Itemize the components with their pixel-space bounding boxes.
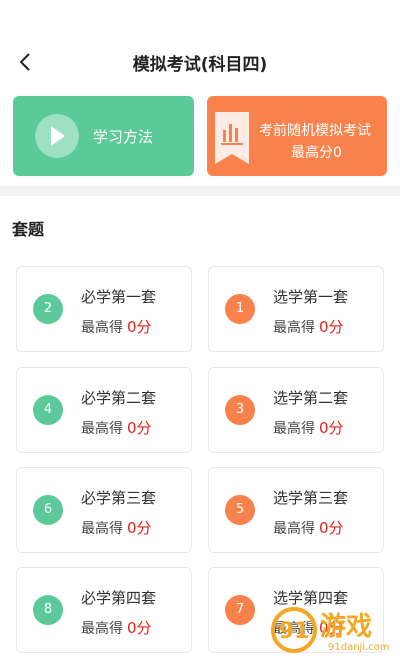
set-number-badge: 5 [225, 495, 255, 525]
set-number-badge: 1 [225, 294, 255, 324]
watermark-logo-icon: 91 [271, 607, 317, 653]
exam-set-card[interactable]: 6 必学第三套 最高得 0分 [16, 467, 192, 553]
score-prefix: 最高得 [81, 521, 123, 537]
site-watermark: 91 游戏 91danji.com [268, 606, 400, 660]
score-prefix: 最高得 [273, 320, 315, 336]
score-prefix: 最高得 [273, 421, 315, 437]
exam-set-card[interactable]: 3 选学第二套 最高得 0分 [208, 367, 384, 453]
exam-set-card[interactable]: 8 必学第四套 最高得 0分 [16, 567, 192, 653]
random-exam-best-score: 最高分0 [291, 145, 342, 161]
score-value: 0分 [319, 318, 344, 336]
set-number-badge: 2 [33, 294, 63, 324]
set-number-badge: 8 [33, 595, 63, 625]
score-value: 0分 [319, 419, 344, 437]
score-prefix: 最高得 [81, 320, 123, 336]
set-title: 选学第三套 [273, 489, 349, 507]
play-icon [35, 114, 79, 158]
status-bar [0, 0, 400, 44]
set-title: 必学第三套 [81, 489, 157, 507]
watermark-url: 91danji.com [328, 642, 390, 653]
score-prefix: 最高得 [81, 421, 123, 437]
set-score: 最高得 0分 [273, 316, 344, 337]
score-value: 0分 [127, 619, 152, 637]
set-score: 最高得 0分 [81, 517, 152, 538]
set-number-badge: 6 [33, 495, 63, 525]
set-score: 最高得 0分 [273, 517, 344, 538]
set-number-badge: 3 [225, 395, 255, 425]
set-score: 最高得 0分 [81, 316, 152, 337]
set-score: 最高得 0分 [273, 417, 344, 438]
score-value: 0分 [127, 318, 152, 336]
score-value: 0分 [127, 419, 152, 437]
set-title: 选学第二套 [273, 389, 349, 407]
set-number-badge: 4 [33, 395, 63, 425]
study-method-button[interactable]: 学习方法 [13, 96, 194, 176]
section-divider [0, 186, 400, 196]
random-exam-title: 考前随机模拟考试 [259, 123, 371, 139]
score-value: 0分 [127, 519, 152, 537]
score-prefix: 最高得 [81, 621, 123, 637]
watermark-logo-text: 91 [279, 619, 310, 644]
set-title: 必学第四套 [81, 589, 157, 607]
exam-badge-icon [215, 112, 249, 164]
set-number-badge: 7 [225, 595, 255, 625]
page-title: 模拟考试(科目四) [132, 55, 268, 75]
set-title: 选学第四套 [273, 589, 349, 607]
exam-set-card[interactable]: 4 必学第二套 最高得 0分 [16, 367, 192, 453]
exam-set-card[interactable]: 1 选学第一套 最高得 0分 [208, 266, 384, 352]
score-prefix: 最高得 [273, 521, 315, 537]
set-score: 最高得 0分 [81, 417, 152, 438]
exam-set-card[interactable]: 5 选学第三套 最高得 0分 [208, 467, 384, 553]
score-value: 0分 [319, 519, 344, 537]
exam-set-card[interactable]: 2 必学第一套 最高得 0分 [16, 266, 192, 352]
study-method-label: 学习方法 [93, 128, 154, 146]
set-title: 选学第一套 [273, 288, 349, 306]
set-title: 必学第二套 [81, 389, 157, 407]
set-score: 最高得 0分 [81, 617, 152, 638]
set-title: 必学第一套 [81, 288, 157, 306]
watermark-brand: 游戏 [320, 612, 373, 642]
section-title: 套题 [12, 220, 45, 239]
nav-bar: 模拟考试(科目四) [0, 44, 400, 80]
random-mock-exam-button[interactable]: 考前随机模拟考试 最高分0 [207, 96, 387, 176]
